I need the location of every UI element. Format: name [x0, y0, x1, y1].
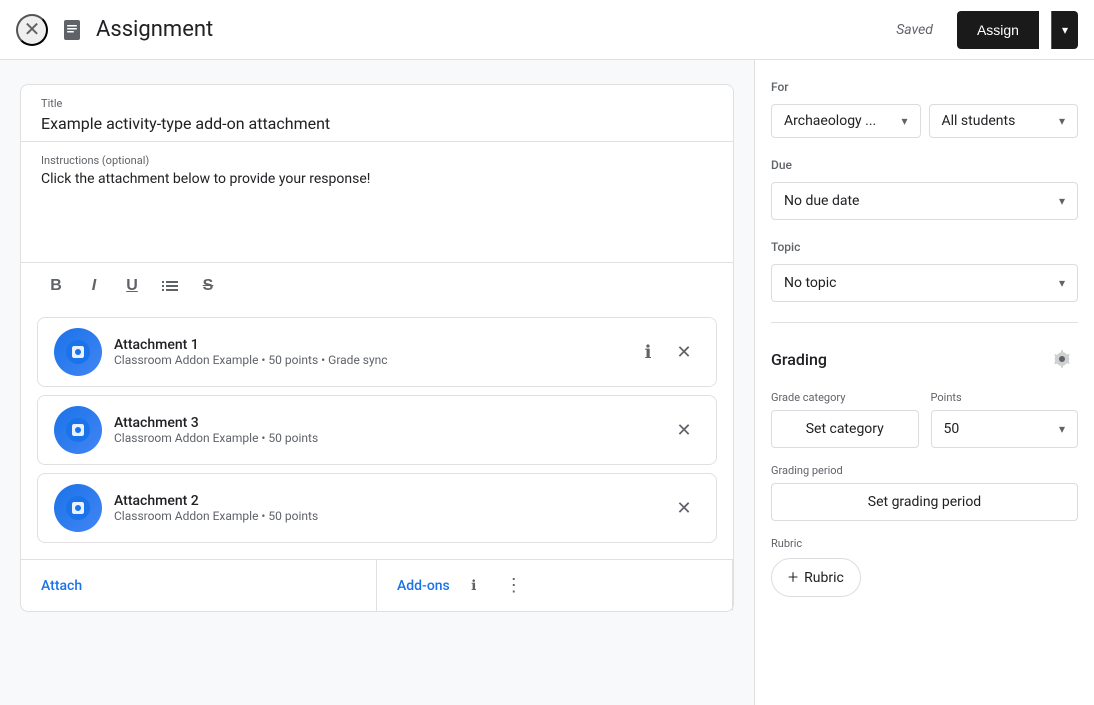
- formatting-toolbar: B I U S: [21, 262, 733, 309]
- title-section: Title: [21, 85, 733, 142]
- attachment-sub-1: Classroom Addon Example • 50 points • Gr…: [114, 353, 620, 367]
- points-dropdown[interactable]: 50 ▾: [931, 410, 1079, 448]
- topic-dropdown-arrow: ▾: [1059, 276, 1065, 290]
- main-layout: Title Instructions (optional) Click the …: [0, 60, 1094, 705]
- instructions-section: Instructions (optional) Click the attach…: [21, 142, 733, 262]
- attachment-name-2: Attachment 3: [114, 415, 656, 431]
- attachments-list: Attachment 1 Classroom Addon Example • 5…: [21, 309, 733, 559]
- grade-category-label: Grade category: [771, 391, 919, 404]
- due-section: Due No due date ▾: [771, 158, 1078, 220]
- title-input[interactable]: [41, 114, 713, 133]
- attachment-sub-2: Classroom Addon Example • 50 points: [114, 431, 656, 445]
- plus-icon: +: [788, 567, 798, 588]
- instructions-label: Instructions (optional): [41, 154, 713, 167]
- divider: [771, 322, 1078, 323]
- due-dropdown-arrow: ▾: [1059, 194, 1065, 208]
- attachment-sub-3: Classroom Addon Example • 50 points: [114, 509, 656, 523]
- left-panel: Title Instructions (optional) Click the …: [0, 60, 754, 705]
- attachment-remove-button-3[interactable]: ✕: [668, 492, 700, 524]
- doc-icon: [60, 18, 84, 42]
- points-field: Points 50 ▾: [931, 391, 1079, 448]
- assignment-card: Title Instructions (optional) Click the …: [20, 84, 734, 612]
- grade-category-field: Grade category Set category: [771, 391, 919, 448]
- add-rubric-button[interactable]: + Rubric: [771, 558, 861, 597]
- rubric-label: Rubric: [771, 537, 1078, 550]
- attachment-actions-1: ℹ ✕: [632, 336, 700, 368]
- attachment-item: Attachment 2 Classroom Addon Example • 5…: [37, 473, 717, 543]
- topic-section: Topic No topic ▾: [771, 240, 1078, 302]
- attachment-icon-1: [54, 328, 102, 376]
- due-dropdown[interactable]: No due date ▾: [771, 182, 1078, 220]
- topic-dropdown[interactable]: No topic ▾: [771, 264, 1078, 302]
- for-section: For Archaeology ... ▾ All students ▾: [771, 80, 1078, 138]
- list-button[interactable]: [155, 271, 185, 301]
- grading-title: Grading: [771, 350, 827, 369]
- addons-button[interactable]: Add-ons ℹ ⋮: [377, 560, 733, 611]
- class-dropdown[interactable]: Archaeology ... ▾: [771, 104, 921, 138]
- attachment-name-1: Attachment 1: [114, 337, 620, 353]
- attachment-item: Attachment 3 Classroom Addon Example • 5…: [37, 395, 717, 465]
- attach-button[interactable]: Attach: [21, 560, 377, 611]
- for-dropdowns: Archaeology ... ▾ All students ▾: [771, 104, 1078, 138]
- attachment-info-button-1[interactable]: ℹ: [632, 336, 664, 368]
- attachment-remove-button-1[interactable]: ✕: [668, 336, 700, 368]
- grading-header: Grading: [771, 343, 1078, 375]
- points-label: Points: [931, 391, 1079, 404]
- grade-fields: Grade category Set category Points 50 ▾: [771, 391, 1078, 448]
- header: ✕ Assignment Saved Assign ▾: [0, 0, 1094, 60]
- rubric-section: Rubric + Rubric: [771, 537, 1078, 597]
- instructions-text[interactable]: Click the attachment below to provide yo…: [41, 171, 713, 187]
- addons-info-button[interactable]: ℹ: [458, 570, 490, 602]
- underline-button[interactable]: U: [117, 271, 147, 301]
- set-grading-period-button[interactable]: Set grading period: [771, 483, 1078, 521]
- due-label: Due: [771, 158, 1078, 172]
- grading-period-label: Grading period: [771, 464, 1078, 477]
- italic-button[interactable]: I: [79, 271, 109, 301]
- attachment-info-3: Attachment 2 Classroom Addon Example • 5…: [114, 493, 656, 523]
- page-title: Assignment: [96, 17, 884, 42]
- assign-dropdown-button[interactable]: ▾: [1051, 11, 1078, 49]
- strikethrough-button[interactable]: S: [193, 271, 223, 301]
- right-panel: For Archaeology ... ▾ All students ▾ Due…: [754, 60, 1094, 705]
- attachment-info-1: Attachment 1 Classroom Addon Example • 5…: [114, 337, 620, 367]
- grading-settings-button[interactable]: [1046, 343, 1078, 375]
- assign-button[interactable]: Assign: [957, 11, 1039, 49]
- bottom-bar: Attach Add-ons ℹ ⋮: [21, 559, 733, 611]
- attachment-icon-2: [54, 406, 102, 454]
- students-dropdown[interactable]: All students ▾: [929, 104, 1079, 138]
- points-dropdown-arrow: ▾: [1059, 422, 1065, 436]
- topic-label: Topic: [771, 240, 1078, 254]
- close-button[interactable]: ✕: [16, 14, 48, 46]
- attachment-remove-button-2[interactable]: ✕: [668, 414, 700, 446]
- title-label: Title: [41, 97, 713, 110]
- attachment-actions-2: ✕: [668, 414, 700, 446]
- grading-period-section: Grading period Set grading period: [771, 464, 1078, 521]
- set-category-button[interactable]: Set category: [771, 410, 919, 448]
- attachment-info-2: Attachment 3 Classroom Addon Example • 5…: [114, 415, 656, 445]
- attachment-actions-3: ✕: [668, 492, 700, 524]
- bold-button[interactable]: B: [41, 271, 71, 301]
- grading-section: Grading Grade category Set category Poin…: [771, 343, 1078, 597]
- for-label: For: [771, 80, 1078, 94]
- class-dropdown-arrow: ▾: [901, 114, 907, 128]
- saved-status: Saved: [896, 22, 933, 38]
- attachment-item: Attachment 1 Classroom Addon Example • 5…: [37, 317, 717, 387]
- attachment-name-3: Attachment 2: [114, 493, 656, 509]
- addons-more-button[interactable]: ⋮: [498, 570, 530, 602]
- students-dropdown-arrow: ▾: [1059, 114, 1065, 128]
- attachment-icon-3: [54, 484, 102, 532]
